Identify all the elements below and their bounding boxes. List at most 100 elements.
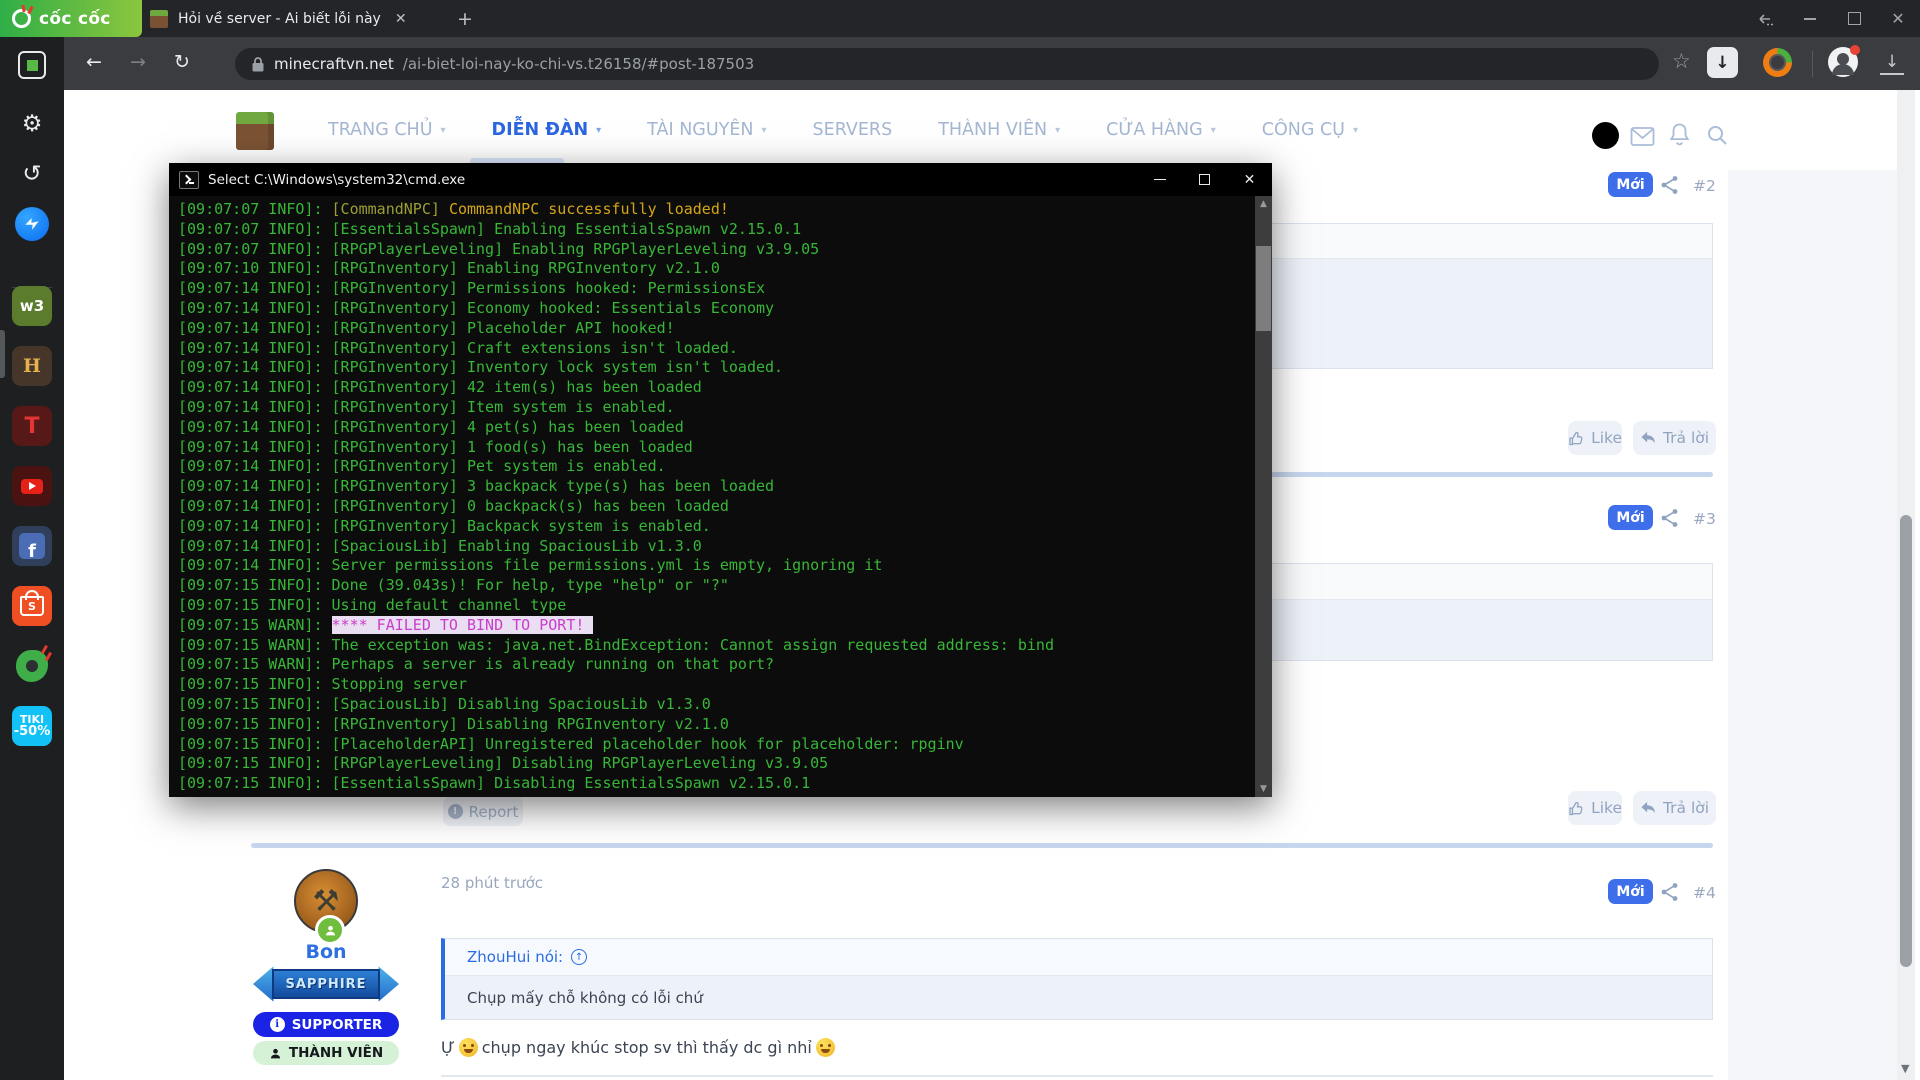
download-in-progress-button[interactable]: ↓ — [1707, 47, 1738, 78]
w3schools-shortcut[interactable]: w3 — [12, 286, 52, 326]
page-scrollbar-down-arrow[interactable]: ▼ — [1901, 1062, 1909, 1075]
coccoc-extension-icon[interactable] — [1763, 48, 1792, 77]
reply-arrow-icon — [1640, 801, 1656, 815]
post3-like-button[interactable]: Like — [1568, 791, 1622, 825]
page-scrollbar-thumb[interactable] — [1900, 515, 1912, 967]
tiki-shortcut[interactable]: TIKI -50% — [12, 706, 52, 746]
hypixel-shortcut[interactable]: H — [12, 346, 52, 386]
window-restore-button[interactable] — [1832, 0, 1876, 37]
post4-timestamp[interactable]: 28 phút trước — [441, 874, 543, 892]
nav-item-servers[interactable]: SERVERS — [813, 120, 893, 140]
close-icon: ✕ — [1891, 9, 1904, 28]
search-icon[interactable] — [1706, 124, 1729, 147]
post2-like-button[interactable]: Like — [1568, 421, 1622, 455]
mail-icon[interactable] — [1630, 126, 1655, 147]
zany-face-emoji — [459, 1038, 478, 1057]
bottom-divider — [441, 1075, 1713, 1077]
back-button[interactable]: ← — [86, 51, 102, 73]
post3-reply-button[interactable]: Trả lời — [1633, 791, 1716, 825]
window-close-button[interactable]: ✕ — [1876, 0, 1920, 37]
cmd-maximize-button[interactable] — [1182, 163, 1227, 196]
chevron-down-icon: ▾ — [596, 125, 601, 136]
nav-item-trang-chu[interactable]: TRANG CHỦ▾ — [328, 120, 446, 140]
console-line: [09:07:15 INFO]: [RPGInventory] Disablin… — [178, 715, 1255, 735]
supporter-badge[interactable]: i SUPPORTER — [253, 1012, 399, 1037]
nav-label: SERVERS — [813, 120, 893, 140]
downloads-button[interactable]: ↓ — [1880, 51, 1904, 75]
post4-author-name[interactable]: Bon — [253, 941, 399, 963]
console-output: [09:07:07 INFO]: [CommandNPC] CommandNPC… — [169, 196, 1255, 797]
console-line: [09:07:14 INFO]: [SpaciousLib] Enabling … — [178, 537, 1255, 557]
nav-item-dien-dan[interactable]: DIỄN ĐÀN▾ — [492, 120, 602, 140]
cmd-titlebar[interactable]: Select C:\Windows\system32\cmd.exe ✕ — [169, 163, 1272, 196]
post4-reply-text: Ự chụp ngay khúc stop sv thì thấy dc gì … — [441, 1038, 835, 1057]
console-line: [09:07:07 INFO]: [RPGPlayerLeveling] Ena… — [178, 240, 1255, 260]
reply-arrow-icon — [1640, 431, 1656, 445]
post4-quote-header[interactable]: ZhouHui nói: ↑ — [445, 939, 1712, 976]
console-scrollbar-track[interactable]: ▲ ▼ — [1255, 196, 1272, 797]
cmd-window[interactable]: Select C:\Windows\system32\cmd.exe ✕ [09… — [169, 163, 1272, 797]
console-line: [09:07:15 INFO]: Done (39.043s)! For hel… — [178, 576, 1255, 596]
post3-report-button[interactable]: ! Report — [443, 797, 523, 826]
member-badge[interactable]: THÀNH VIÊN — [253, 1041, 399, 1065]
cmd-minimize-button[interactable] — [1137, 163, 1182, 196]
tab-close-icon[interactable]: ✕ — [395, 11, 407, 27]
youtube-shortcut[interactable] — [12, 466, 52, 506]
browser-side-panel: ⚙ ↺ w3 H T f S TIKI -50% — [0, 37, 64, 1080]
bookmark-star-icon[interactable]: ☆ — [1672, 49, 1691, 73]
post2-number[interactable]: #2 — [1693, 177, 1716, 195]
coccoc-brand[interactable]: cốc cốc — [0, 0, 142, 37]
jump-to-quote-icon[interactable]: ↑ — [571, 949, 587, 965]
facebook-shortcut[interactable]: f — [12, 526, 52, 566]
person-icon — [269, 1047, 282, 1060]
post4-quote-box: ZhouHui nói: ↑ Chụp mấy chỗ không có lỗi… — [441, 938, 1713, 1020]
url-domain: minecraftvn.net — [274, 55, 394, 73]
zany-face-emoji — [816, 1038, 835, 1057]
post3-new-badge: Mới — [1608, 505, 1653, 530]
post4-share-icon[interactable] — [1660, 882, 1680, 902]
lock-icon — [251, 56, 265, 73]
console-scrollbar-thumb[interactable] — [1256, 246, 1271, 331]
nav-item-tai-nguyen[interactable]: TÀI NGUYÊN▾ — [647, 120, 766, 140]
post3-number[interactable]: #3 — [1693, 510, 1716, 528]
messenger-icon[interactable] — [15, 207, 49, 241]
t-site-shortcut[interactable]: T — [12, 406, 52, 446]
exclamation-icon: ! — [448, 804, 463, 819]
console-line: [09:07:14 INFO]: [RPGInventory] 42 item(… — [178, 378, 1255, 398]
nav-item-cua-hang[interactable]: CỬA HÀNG▾ — [1106, 120, 1216, 140]
tab-overflow-button[interactable] — [1744, 0, 1788, 37]
post2-reply-button[interactable]: Trả lời — [1633, 421, 1716, 455]
tab-title: Hỏi về server - Ai biết lỗi này — [178, 11, 381, 27]
console-line: [09:07:14 INFO]: [RPGInventory] Item sys… — [178, 398, 1255, 418]
bell-icon[interactable] — [1668, 122, 1691, 148]
user-avatar[interactable] — [1592, 122, 1619, 149]
new-tab-button[interactable]: + — [452, 6, 478, 32]
history-icon[interactable]: ↺ — [12, 154, 52, 194]
console-line: [09:07:15 WARN]: Perhaps a server is alr… — [178, 655, 1255, 675]
coccoc-deals-shortcut[interactable] — [12, 646, 52, 686]
nav-item-cong-cu[interactable]: CÔNG CỤ▾ — [1262, 120, 1358, 140]
window-minimize-button[interactable] — [1788, 0, 1832, 37]
settings-gear-icon[interactable]: ⚙ — [12, 104, 52, 144]
console-scrollbar-down-arrow[interactable]: ▼ — [1255, 781, 1272, 797]
nav-label: THÀNH VIÊN — [938, 120, 1047, 140]
forward-button[interactable]: → — [130, 51, 146, 73]
side-panel-toggle-icon[interactable] — [18, 51, 46, 79]
post2-share-icon[interactable] — [1660, 175, 1680, 195]
chevron-down-icon: ▾ — [1211, 125, 1216, 136]
minimize-icon — [1154, 179, 1166, 181]
post3-share-icon[interactable] — [1660, 508, 1680, 528]
console-scrollbar-up-arrow[interactable]: ▲ — [1255, 196, 1272, 212]
sidebar-handle[interactable] — [0, 330, 5, 378]
forum-logo-grass-block-icon[interactable] — [236, 112, 274, 150]
shopee-shortcut[interactable]: S — [12, 586, 52, 626]
console-line: [09:07:15 INFO]: [EssentialsSpawn] Disab… — [178, 774, 1255, 794]
console-line: [09:07:14 INFO]: [RPGInventory] 3 backpa… — [178, 477, 1255, 497]
info-icon: i — [270, 1017, 285, 1032]
browser-tab[interactable]: Hỏi về server - Ai biết lỗi này ✕ — [150, 0, 407, 37]
post4-number[interactable]: #4 — [1693, 884, 1716, 902]
cmd-close-button[interactable]: ✕ — [1227, 163, 1272, 196]
nav-item-thanh-vien[interactable]: THÀNH VIÊN▾ — [938, 120, 1060, 140]
address-bar[interactable]: minecraftvn.net/ai-biet-loi-nay-ko-chi-v… — [235, 48, 1659, 80]
reload-button[interactable]: ↻ — [174, 51, 190, 73]
